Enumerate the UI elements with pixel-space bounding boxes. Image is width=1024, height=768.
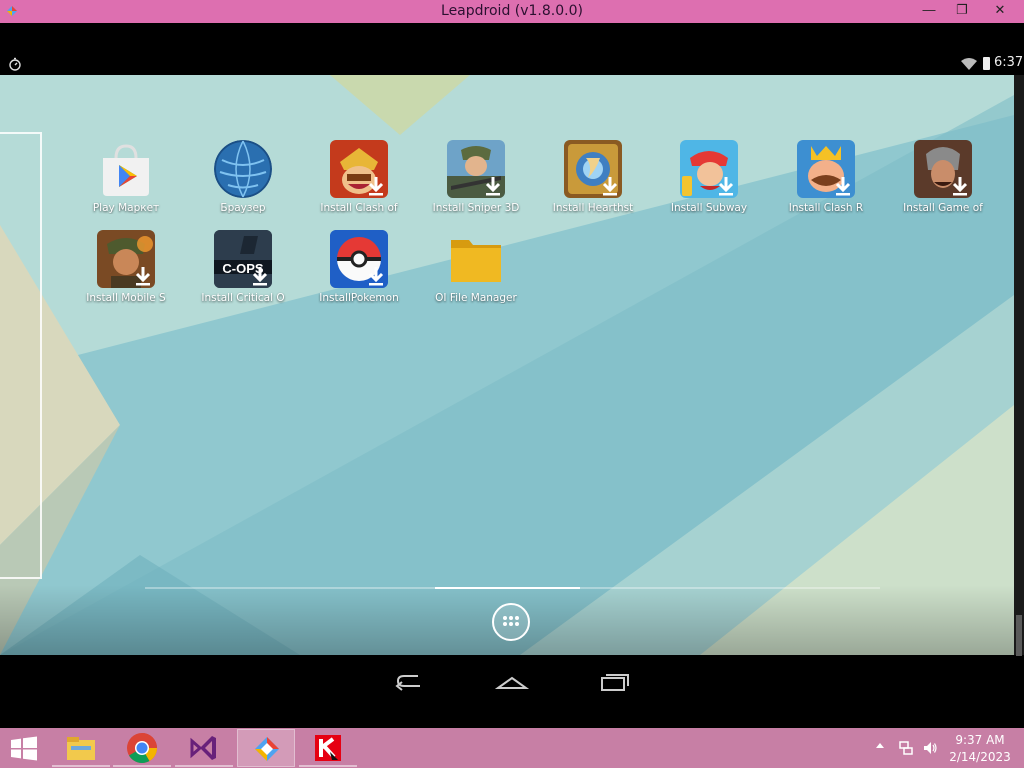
app-label: Install Mobile S: [86, 292, 166, 304]
chrome-icon: [127, 733, 157, 764]
kaspersky-icon: [315, 735, 341, 761]
app-install-game-of-war[interactable]: Install Game of: [885, 140, 1001, 230]
android-clock: 6:37: [994, 55, 1024, 70]
home-button[interactable]: [492, 666, 532, 696]
pokeball-icon: [330, 230, 388, 288]
windows-start-button[interactable]: [10, 736, 38, 761]
all-apps-button[interactable]: [492, 603, 530, 641]
android-nav-bar: [0, 656, 1024, 728]
widget-panel-outline[interactable]: [0, 132, 42, 579]
wifi-icon: [961, 58, 977, 70]
window-scrollbar[interactable]: [1014, 75, 1024, 675]
app-label: Install Hearthst: [552, 202, 634, 214]
app-label: Install Clash R: [788, 202, 864, 214]
system-tray: [870, 728, 940, 768]
app-label: Install Critical O: [201, 292, 285, 304]
app-label: Install Game of: [903, 202, 983, 214]
app-label: Install Sniper 3D: [432, 202, 520, 214]
app-label: Браузер: [220, 202, 266, 214]
app-install-pokemon[interactable]: InstallPokemon: [301, 230, 417, 320]
app-label: Play Маркет: [92, 202, 160, 214]
download-icon: [135, 267, 151, 286]
restore-button[interactable]: ❐: [945, 0, 979, 20]
close-button[interactable]: ✕: [983, 0, 1017, 20]
app-install-subway[interactable]: Install Subway: [651, 140, 767, 230]
android-screen[interactable]: 6:37 Play Маркет Браузер Install Clash o…: [0, 23, 1024, 728]
app-install-critical-ops[interactable]: C-OPS Install Critical O: [185, 230, 301, 320]
app-install-clash-royale[interactable]: Install Clash R: [768, 140, 884, 230]
network-icon[interactable]: [898, 740, 914, 756]
visual-studio-icon: [190, 736, 216, 760]
globe-icon: [214, 140, 272, 198]
clash-royale-icon: [797, 140, 855, 198]
app-install-sniper-3d[interactable]: Install Sniper 3D: [418, 140, 534, 230]
taskbar-leapdroid[interactable]: [237, 729, 295, 767]
page-indicator-active: [435, 587, 580, 589]
recent-apps-button[interactable]: [594, 666, 634, 696]
app-drawer-icon: [503, 616, 519, 626]
battery-icon: [983, 57, 990, 70]
sniper-3d-icon: [447, 140, 505, 198]
taskbar-kaspersky[interactable]: [299, 729, 357, 767]
taskbar-file-explorer[interactable]: [52, 729, 110, 767]
file-explorer-icon: [67, 737, 95, 760]
app-play-market[interactable]: Play Маркет: [68, 140, 184, 230]
subway-surfers-icon: [680, 140, 738, 198]
taskbar-visual-studio[interactable]: [175, 729, 233, 767]
app-browser[interactable]: Браузер: [185, 140, 301, 230]
back-button[interactable]: [390, 666, 430, 696]
windows-taskbar: 9:37 AM 2/14/2023: [0, 728, 1024, 768]
download-icon: [252, 267, 268, 286]
hearthstone-icon: [564, 140, 622, 198]
mobile-strike-icon: [97, 230, 155, 288]
taskbar-clock-date[interactable]: 2/14/2023: [940, 750, 1020, 764]
window-titlebar[interactable]: Leapdroid (v1.8.0.0) — ❐ ✕: [0, 0, 1024, 23]
download-icon: [368, 177, 384, 196]
taskbar-chrome[interactable]: [113, 729, 171, 767]
play-store-icon: [97, 140, 155, 198]
volume-icon[interactable]: [922, 740, 938, 756]
download-icon: [602, 177, 618, 196]
download-icon: [952, 177, 968, 196]
minimize-button[interactable]: —: [912, 0, 946, 20]
leapdroid-taskbar-icon: [255, 737, 279, 761]
download-icon: [368, 267, 384, 286]
page-indicator: [145, 587, 880, 589]
app-install-clash-of-clans[interactable]: Install Clash of: [301, 140, 417, 230]
taskbar-clock-time[interactable]: 9:37 AM: [940, 733, 1020, 747]
download-icon: [835, 177, 851, 196]
critical-ops-icon: C-OPS: [214, 230, 272, 288]
app-label: Install Subway: [670, 202, 748, 214]
app-label: OI File Manager: [435, 292, 517, 304]
app-install-hearthstone[interactable]: Install Hearthst: [535, 140, 651, 230]
app-label: InstallPokemon: [319, 292, 399, 304]
download-icon: [485, 177, 501, 196]
stopwatch-icon: [9, 57, 21, 71]
window-title: Leapdroid (v1.8.0.0): [441, 3, 583, 19]
clash-of-clans-icon: [330, 140, 388, 198]
app-install-mobile-strike[interactable]: Install Mobile S: [68, 230, 184, 320]
android-status-bar: 6:37: [0, 53, 1024, 75]
download-icon: [718, 177, 734, 196]
home-screen[interactable]: Play Маркет Браузер Install Clash of Ins…: [0, 75, 1014, 655]
app-label: Install Clash of: [320, 202, 398, 214]
chevron-up-icon[interactable]: [876, 743, 884, 748]
app-oi-file-manager[interactable]: OI File Manager: [418, 230, 534, 320]
folder-icon: [447, 230, 505, 288]
game-of-war-icon: [914, 140, 972, 198]
